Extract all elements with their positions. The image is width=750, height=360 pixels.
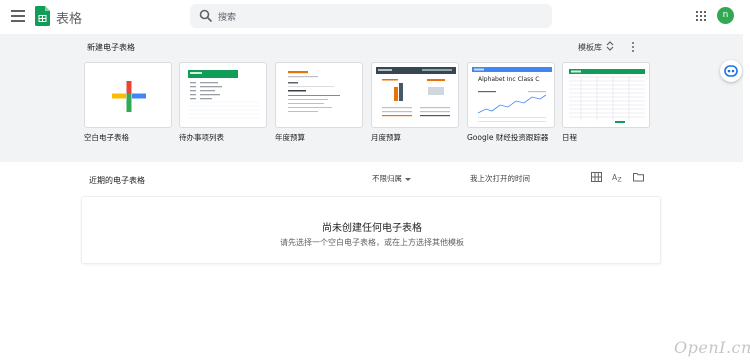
grid-view-icon[interactable] [591, 172, 602, 182]
template-blank[interactable]: 空白电子表格 [84, 62, 172, 143]
owner-filter-label: 不限归属 [372, 174, 402, 183]
recent-section-title: 近期的电子表格 [89, 176, 145, 185]
assistant-icon [724, 65, 738, 77]
template-todo[interactable]: 待办事项列表 [179, 62, 267, 143]
annual-budget-preview [288, 71, 340, 112]
owner-filter-dropdown[interactable]: 不限归属 [372, 173, 411, 184]
monthly-budget-preview [376, 67, 456, 117]
side-panel-button[interactable] [720, 60, 742, 82]
dropdown-arrow-icon [405, 177, 411, 181]
template-annual-budget-thumbnail[interactable] [275, 62, 363, 128]
template-gallery-label: 模板库 [578, 43, 602, 52]
search-icon[interactable] [199, 9, 213, 23]
search-placeholder: 搜索 [218, 13, 237, 23]
gallery-title: 新建电子表格 [87, 43, 135, 52]
account-avatar[interactable]: n [717, 7, 734, 24]
more-options-icon[interactable] [631, 42, 635, 52]
finance-preview [472, 67, 552, 122]
template-label: 年度预算 [275, 133, 305, 142]
main-menu-icon[interactable] [11, 10, 25, 22]
search-input[interactable]: 搜索 [190, 4, 552, 28]
template-schedule-thumbnail[interactable] [562, 62, 650, 128]
template-gallery-button[interactable]: 模板库 [578, 41, 614, 53]
template-finance-tracker[interactable]: Alphabet Inc Class C Google 财经投资跟踪器 [467, 62, 555, 143]
app-title[interactable]: 表格 [56, 8, 82, 27]
template-annual-budget[interactable]: 年度预算 [275, 62, 363, 143]
google-apps-icon[interactable] [696, 11, 706, 21]
sort-by-last-opened[interactable]: 我上次打开的时间 [470, 173, 530, 184]
folder-icon[interactable] [633, 172, 644, 182]
template-monthly-budget-thumbnail[interactable] [371, 62, 459, 128]
template-label: 月度预算 [371, 133, 401, 142]
schedule-preview [569, 69, 645, 123]
empty-state-card: 尚未创建任何电子表格 请先选择一个空白电子表格，或在上方选择其他模板 [81, 196, 661, 264]
template-label: 日程 [562, 133, 577, 142]
template-schedule[interactable]: 日程 [562, 62, 650, 143]
template-label: Google 财经投资跟踪器 [467, 133, 549, 142]
empty-state-title: 尚未创建任何电子表格 [322, 223, 422, 234]
unfold-icon [606, 41, 614, 51]
todo-preview [188, 70, 260, 119]
template-label: 空白电子表格 [84, 133, 129, 142]
plus-icon [112, 81, 146, 112]
top-bar: 表格 搜索 n [0, 0, 750, 34]
template-gallery: 新建电子表格 模板库 空白电子表格 待办事项列表 年度预算 月度预算 Alpha… [0, 34, 743, 162]
watermark: OpenI.cn [674, 338, 750, 357]
template-todo-thumbnail[interactable] [179, 62, 267, 128]
template-blank-thumbnail[interactable] [84, 62, 172, 128]
finance-thumbnail-title: Alphabet Inc Class C [478, 76, 540, 83]
template-label: 待办事项列表 [179, 133, 224, 142]
sheets-logo-icon[interactable] [35, 6, 50, 26]
template-monthly-budget[interactable]: 月度预算 [371, 62, 459, 143]
sort-az-icon[interactable]: A Z [612, 172, 623, 182]
empty-state-subtitle: 请先选择一个空白电子表格，或在上方选择其他模板 [280, 238, 464, 247]
svg-text:Z: Z [618, 177, 622, 183]
template-finance-thumbnail[interactable]: Alphabet Inc Class C [467, 62, 555, 128]
